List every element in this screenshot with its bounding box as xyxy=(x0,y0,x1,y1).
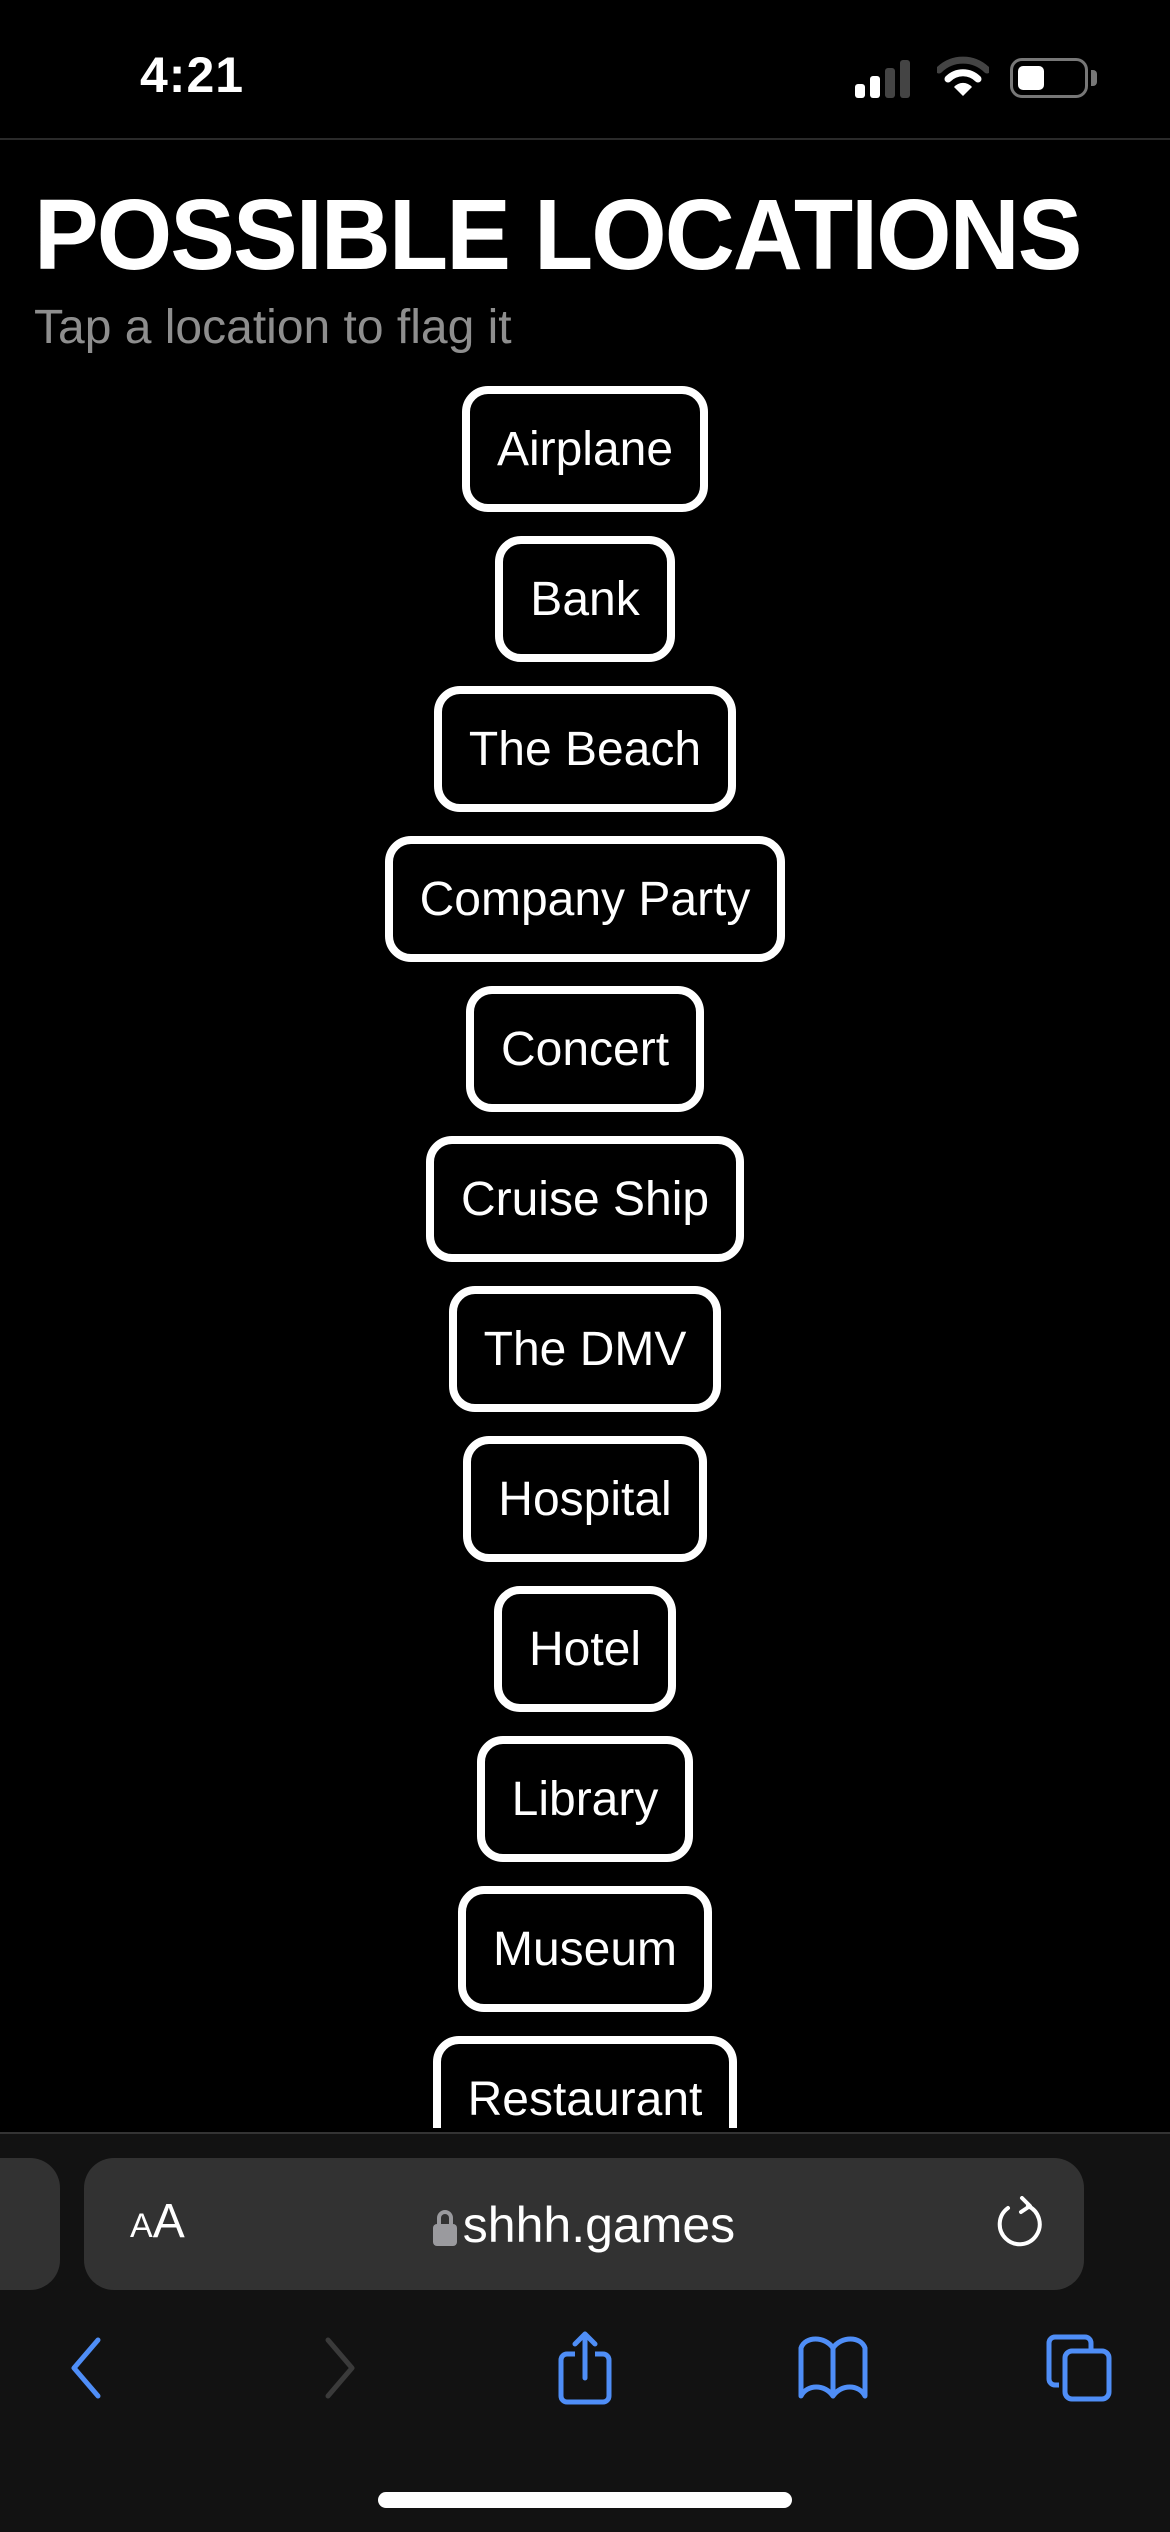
bookmarks-button[interactable] xyxy=(793,2328,873,2408)
location-button[interactable]: Airplane xyxy=(461,386,709,512)
location-button[interactable]: The Beach xyxy=(433,686,737,812)
browser-bottom-bar: AA shhh.games xyxy=(0,2132,1170,2532)
location-button[interactable]: Restaurant xyxy=(432,2036,738,2128)
address-bar[interactable]: AA shhh.games xyxy=(84,2158,1084,2290)
location-button[interactable]: Library xyxy=(476,1736,694,1862)
tabs-icon xyxy=(1046,2334,1112,2402)
share-icon xyxy=(558,2331,612,2405)
location-button[interactable]: The DMV xyxy=(448,1286,722,1412)
location-button[interactable]: Company Party xyxy=(384,836,786,962)
location-button[interactable]: Hotel xyxy=(493,1586,677,1712)
url-text: shhh.games xyxy=(462,2197,736,2253)
previous-tab-preview[interactable] xyxy=(0,2158,60,2290)
forward-icon xyxy=(325,2337,355,2399)
home-indicator[interactable] xyxy=(378,2492,792,2508)
location-button[interactable]: Museum xyxy=(457,1886,713,2012)
reload-icon[interactable] xyxy=(992,2196,1048,2252)
wifi-icon xyxy=(937,56,989,96)
back-icon xyxy=(71,2337,101,2399)
locations-list: Airplane Bank The Beach Company Party Concer… xyxy=(0,386,1170,2128)
lock-icon xyxy=(432,2210,457,2246)
url-display[interactable]: shhh.games xyxy=(84,2196,1084,2254)
back-button[interactable] xyxy=(46,2328,126,2408)
location-button[interactable]: Concert xyxy=(465,986,705,1112)
page-subtitle: Tap a location to flag it xyxy=(34,301,512,354)
bookmarks-icon xyxy=(798,2336,868,2399)
cellular-signal-icon xyxy=(855,58,915,98)
page-title: POSSIBLE LOCATIONS xyxy=(34,179,1082,291)
location-button[interactable]: Cruise Ship xyxy=(425,1136,745,1262)
location-button[interactable]: Hospital xyxy=(463,1436,707,1562)
battery-cap xyxy=(1091,70,1097,86)
battery-level xyxy=(1018,66,1044,90)
battery-icon xyxy=(1010,58,1088,98)
share-button[interactable] xyxy=(545,2328,625,2408)
status-bar: 4:21 xyxy=(0,0,1170,140)
forward-button[interactable] xyxy=(300,2328,380,2408)
tabs-button[interactable] xyxy=(1040,2328,1120,2408)
location-button[interactable]: Bank xyxy=(495,536,675,662)
status-time: 4:21 xyxy=(140,47,245,103)
